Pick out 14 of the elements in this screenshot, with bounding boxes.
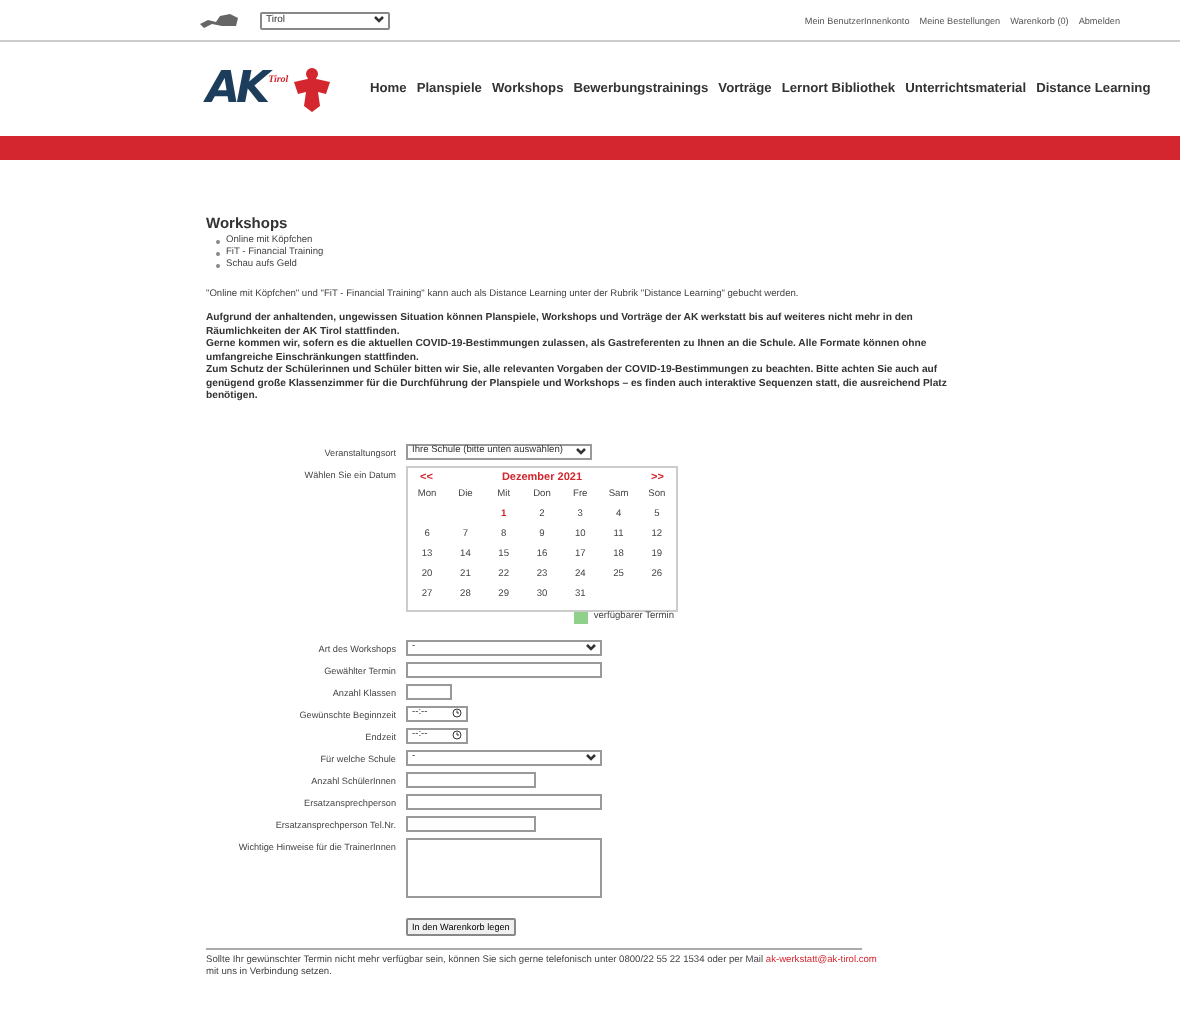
input-field[interactable] <box>406 683 452 699</box>
chevron-down-icon <box>576 447 586 455</box>
clock-icon <box>452 708 462 718</box>
chevron-down-icon <box>374 16 384 24</box>
logo-text: AK <box>206 64 267 114</box>
clock-icon <box>452 730 462 740</box>
input-field[interactable] <box>406 793 602 809</box>
textarea-field[interactable] <box>406 837 602 897</box>
input-field[interactable] <box>406 815 536 831</box>
map-icon <box>200 13 240 27</box>
chevron-down-icon <box>586 753 596 761</box>
input-field[interactable] <box>406 661 602 677</box>
input-field[interactable] <box>406 771 536 787</box>
chevron-down-icon <box>586 643 596 651</box>
